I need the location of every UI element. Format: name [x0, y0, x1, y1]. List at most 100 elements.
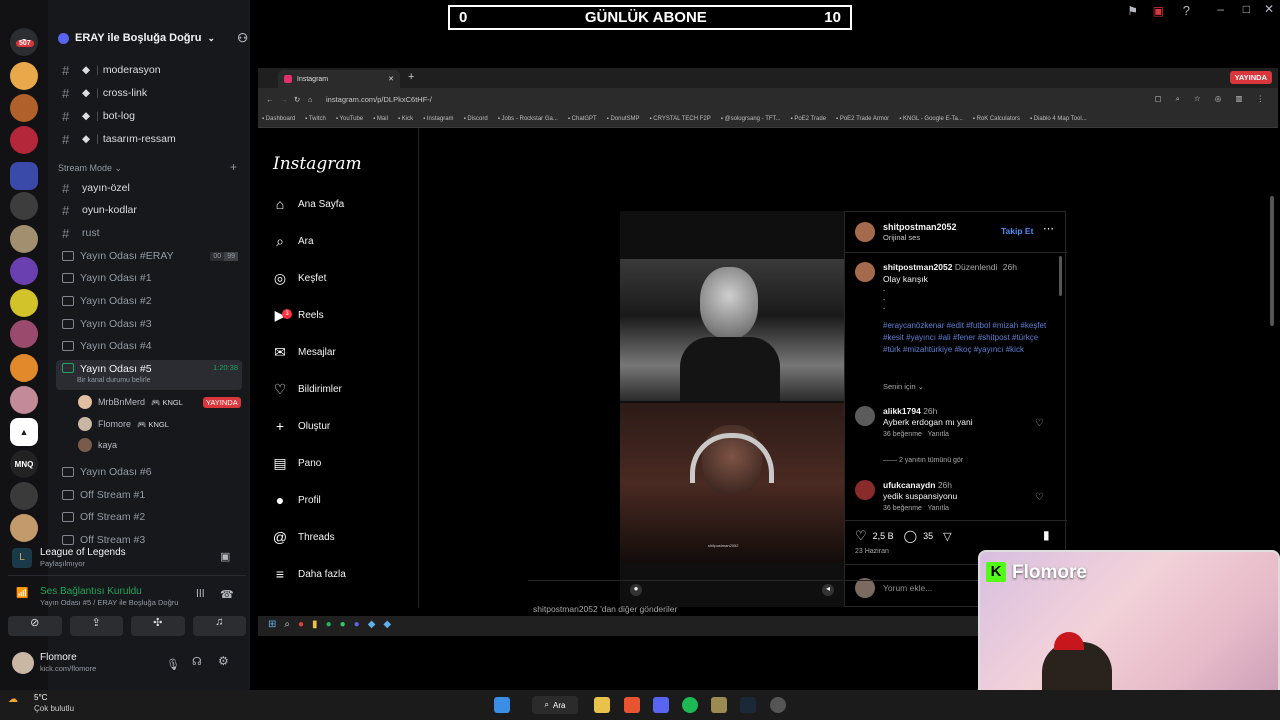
weather-temp[interactable]: 5°C — [34, 693, 47, 702]
bookmark-item[interactable]: ▪ Kick — [398, 116, 413, 122]
voice-channel[interactable]: Yayın Odası #1 — [56, 268, 242, 288]
voice-channel-active[interactable]: Yayın Odası #5 1:20:38 — [56, 360, 242, 390]
view-replies-link[interactable]: —— 2 yanıtın tümünü gör — [883, 457, 963, 464]
server-icon[interactable] — [10, 320, 38, 348]
steam-icon[interactable] — [740, 697, 756, 713]
save-icon[interactable]: ▮ — [1043, 528, 1050, 542]
tab-instagram[interactable]: Instagram ✕ — [278, 70, 400, 88]
voice-channel[interactable]: Yayın Odası #2 — [56, 291, 242, 311]
nav-item-dashboard[interactable]: ▤ Pano — [272, 455, 321, 471]
reply-link[interactable]: Yanıtla — [928, 505, 949, 512]
audio-label[interactable]: Orijinal ses — [883, 233, 920, 242]
minimize-icon[interactable]: – — [1217, 2, 1224, 16]
app-icon[interactable]: ◆ — [383, 619, 391, 630]
bookmark-item[interactable]: ▪ Discord — [464, 116, 488, 122]
instagram-logo[interactable]: Instagram — [273, 154, 362, 174]
bookmark-item[interactable]: ▪ DonutSMP — [607, 116, 640, 122]
nav-item-notifications[interactable]: ♡ Bildirimler — [272, 381, 342, 397]
server-icon[interactable] — [10, 354, 38, 382]
nav-item-create[interactable]: + Oluştur — [272, 418, 330, 434]
page-scrollbar[interactable] — [1270, 196, 1274, 326]
bookmark-item[interactable]: ▪ Dashboard — [262, 116, 295, 122]
extension-icons[interactable]: ▢ ⌕ ☆ ◎ ▥ ⋮ — [1154, 94, 1270, 104]
server-icon[interactable] — [10, 94, 38, 122]
bookmark-item[interactable]: ▪ @sologrsang - TFT... — [721, 116, 781, 122]
bookmark-item[interactable]: ▪ Diablo 4 Map Tool... — [1030, 116, 1087, 122]
server-icon[interactable] — [10, 514, 38, 542]
forward-icon[interactable]: → — [280, 95, 294, 104]
comments-scrollbar[interactable] — [1059, 256, 1062, 296]
url-input[interactable]: instagram.com/p/DLPkxC6tHF-/ — [326, 95, 432, 104]
share-screen-icon[interactable]: ▣ — [220, 550, 230, 563]
server-icon[interactable]: ▲ — [10, 418, 38, 446]
camera-button[interactable]: ⊘ — [8, 616, 62, 636]
channel[interactable]: # yayın-özel — [56, 178, 242, 198]
comment-user[interactable]: ufukcanaydn — [883, 480, 935, 490]
connection-status[interactable]: Ses Bağlantısı Kuruldu — [40, 586, 142, 597]
voice-channel[interactable]: Yayın Odası #6 — [56, 462, 242, 482]
noise-icon[interactable]: ǀǀǀ — [196, 588, 205, 600]
settings-icon[interactable] — [770, 697, 786, 713]
disconnect-icon[interactable]: ☎ — [220, 588, 234, 601]
bookmark-item[interactable]: ▪ KNGL - Google E-Ta... — [899, 116, 963, 122]
heart-icon[interactable]: ♡ — [1035, 492, 1044, 503]
server-icon[interactable] — [10, 126, 38, 154]
author-name[interactable]: shitpostman2052 — [883, 222, 957, 232]
nav-item-home[interactable]: ⌂ Ana Sayfa — [272, 196, 344, 212]
for-you-dropdown[interactable]: Senin için ⌄ — [883, 382, 924, 391]
search-icon[interactable]: ⌕ — [284, 619, 290, 630]
voice-channel[interactable]: Off Stream #2 — [56, 507, 242, 527]
spotify-icon[interactable]: ● — [326, 619, 332, 630]
server-icon[interactable] — [10, 192, 38, 220]
bookmark-item[interactable]: ▪ Instagram — [423, 116, 453, 122]
windows-icon[interactable]: ⊞ — [268, 619, 276, 630]
maximize-icon[interactable]: □ — [1243, 2, 1250, 16]
reply-link[interactable]: Yanıtla — [928, 431, 949, 438]
nav-item-menu[interactable]: ≡ Daha fazla — [272, 566, 346, 582]
activities-button[interactable]: ✣ — [131, 616, 185, 636]
monitor-icon[interactable]: ▣ — [1153, 4, 1164, 18]
channel-2[interactable]: # ◆ | bot-log — [56, 106, 242, 126]
channel-0[interactable]: # ◆ | moderasyon — [56, 60, 242, 80]
nav-item-messages[interactable]: ✉ Mesajlar — [272, 344, 336, 360]
flag-icon[interactable]: ⚑ — [1127, 4, 1138, 18]
discord-icon[interactable] — [653, 697, 669, 713]
caption-author[interactable]: shitpostman2052 — [883, 262, 952, 272]
bookmark-item[interactable]: ▪ PoE2 Trade — [791, 116, 826, 122]
weather-icon[interactable]: ☁ — [8, 694, 18, 705]
voice-channel[interactable]: Yayın Odası #ERAY 00 99 — [56, 246, 242, 266]
more-options-icon[interactable]: ⋯ — [1043, 222, 1054, 235]
author-avatar[interactable] — [855, 222, 875, 242]
spotify-icon[interactable] — [682, 697, 698, 713]
reload-icon[interactable]: ↻ — [294, 95, 308, 104]
comment-icon[interactable]: ◯ — [904, 529, 917, 543]
author-avatar[interactable] — [855, 262, 875, 282]
bookmark-item[interactable]: ▪ RoK Calculators — [973, 116, 1020, 122]
nav-item-reels[interactable]: ▶ Reels — [272, 307, 324, 323]
bookmark-item[interactable]: ▪ CRYSTAL TECH F2P — [649, 116, 710, 122]
nav-item-search[interactable]: ⌕ Ara — [272, 233, 313, 249]
headphones-icon[interactable]: ☊ — [192, 655, 202, 668]
whatsapp-icon[interactable]: ● — [340, 619, 346, 630]
server-icon[interactable] — [10, 162, 38, 190]
bookmark-item[interactable]: ▪ Jobs - Rockstar Ga... — [498, 116, 558, 122]
avatar[interactable] — [12, 652, 34, 674]
channel-1[interactable]: # ◆ | cross-link — [56, 83, 242, 103]
brave-icon[interactable] — [624, 697, 640, 713]
server-icon[interactable] — [10, 257, 38, 285]
server-icon[interactable] — [10, 386, 38, 414]
bookmark-item[interactable]: ▪ PoE2 Trade Armor — [836, 116, 889, 122]
category-header[interactable]: Stream Mode ⌄ — [58, 163, 122, 174]
steam-icon[interactable]: ◆ — [368, 619, 376, 630]
voice-channel[interactable]: Yayın Odası #3 — [56, 314, 242, 334]
follow-button[interactable]: Takip Et — [1001, 226, 1033, 236]
channel[interactable]: # oyun-kodlar — [56, 200, 242, 220]
server-header[interactable]: ERAY ile Boşluğa Doğru ⌄ ⚇ — [58, 28, 248, 48]
voice-channel[interactable]: Off Stream #1 — [56, 485, 242, 505]
soundboard-button[interactable]: ♫ — [192, 616, 246, 636]
discord-icon[interactable]: ● — [354, 619, 360, 630]
comment-user[interactable]: alikk1794 — [883, 406, 921, 416]
channel[interactable]: # rust — [56, 223, 242, 243]
screenshare-button[interactable]: ⇪ — [69, 616, 123, 636]
server-icon[interactable] — [10, 225, 38, 253]
